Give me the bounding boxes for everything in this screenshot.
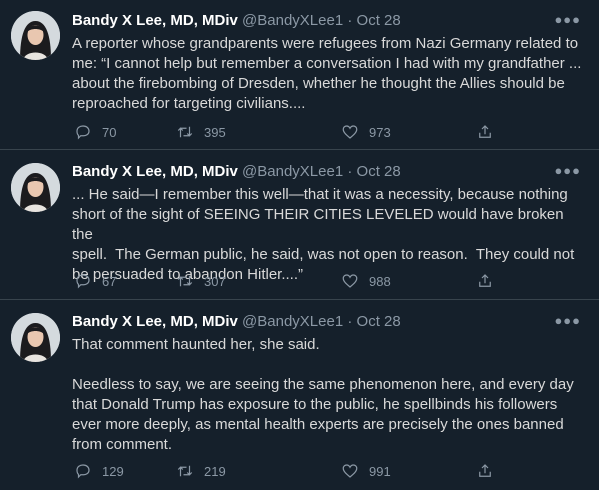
share-button[interactable] <box>476 122 494 142</box>
reply-count: 129 <box>102 463 124 479</box>
more-icon[interactable]: ●●● <box>554 10 581 30</box>
reply-count: 70 <box>102 124 117 140</box>
tweet[interactable]: Bandy X Lee, MD, MDiv @BandyXLee1 · Oct … <box>0 0 599 150</box>
author-name[interactable]: Bandy X Lee, MD, MDiv <box>72 313 238 330</box>
like-count: 988 <box>369 273 391 289</box>
share-button[interactable] <box>476 271 494 291</box>
tweet-actions: 129 219 991 <box>72 461 587 481</box>
tweet-date[interactable]: Oct 28 <box>357 163 401 180</box>
heart-icon <box>342 125 358 139</box>
reply-button[interactable]: 70 <box>74 122 116 142</box>
retweet-count: 219 <box>204 463 226 479</box>
like-count: 991 <box>369 463 391 479</box>
tweet-header: Bandy X Lee, MD, MDiv @BandyXLee1 · Oct … <box>72 11 587 31</box>
author-handle[interactable]: @BandyXLee1 <box>242 163 343 180</box>
like-count: 973 <box>369 124 391 140</box>
tweet-date[interactable]: Oct 28 <box>357 12 401 29</box>
tweet-text: ... He said—I remember this well—that it… <box>72 186 575 283</box>
separator-dot: · <box>347 163 353 180</box>
author-name[interactable]: Bandy X Lee, MD, MDiv <box>72 12 238 29</box>
share-icon <box>479 464 491 477</box>
like-button[interactable]: 988 <box>341 271 391 291</box>
avatar[interactable] <box>11 313 60 362</box>
share-icon <box>479 125 491 138</box>
tweet-actions: 67 307 988 <box>72 271 587 291</box>
retweet-icon <box>177 126 193 138</box>
separator-dot: · <box>347 12 353 29</box>
like-button[interactable]: 973 <box>341 122 391 142</box>
reply-button[interactable]: 67 <box>74 271 116 291</box>
reply-count: 67 <box>102 273 117 289</box>
author-handle[interactable]: @BandyXLee1 <box>242 12 343 29</box>
tweet-text: That comment haunted her, she said. Need… <box>72 336 574 453</box>
heart-icon <box>342 464 358 478</box>
avatar[interactable] <box>11 163 60 212</box>
reply-button[interactable]: 129 <box>74 461 124 481</box>
reply-icon <box>76 125 90 140</box>
tweet[interactable]: Bandy X Lee, MD, MDiv @BandyXLee1 · Oct … <box>0 300 599 490</box>
author-handle[interactable]: @BandyXLee1 <box>242 313 343 330</box>
like-button[interactable]: 991 <box>341 461 391 481</box>
retweet-icon <box>177 275 193 287</box>
retweet-button[interactable]: 395 <box>176 122 226 142</box>
share-icon <box>479 274 491 287</box>
tweet-text: A reporter whose grandparents were refug… <box>72 35 582 112</box>
separator-dot: · <box>347 313 353 330</box>
reply-icon <box>76 274 90 289</box>
retweet-button[interactable]: 307 <box>176 271 226 291</box>
retweet-button[interactable]: 219 <box>176 461 226 481</box>
tweet-actions: 70 395 973 <box>72 122 587 142</box>
more-icon[interactable]: ●●● <box>554 311 581 331</box>
avatar[interactable] <box>11 11 60 60</box>
more-icon[interactable]: ●●● <box>554 161 581 181</box>
retweet-count: 307 <box>204 273 226 289</box>
retweet-count: 395 <box>204 124 226 140</box>
tweet[interactable]: Bandy X Lee, MD, MDiv @BandyXLee1 · Oct … <box>0 150 599 300</box>
heart-icon <box>342 274 358 288</box>
tweet-header: Bandy X Lee, MD, MDiv @BandyXLee1 · Oct … <box>72 162 587 182</box>
author-name[interactable]: Bandy X Lee, MD, MDiv <box>72 163 238 180</box>
tweet-header: Bandy X Lee, MD, MDiv @BandyXLee1 · Oct … <box>72 312 587 332</box>
tweet-date[interactable]: Oct 28 <box>357 313 401 330</box>
share-button[interactable] <box>476 461 494 481</box>
reply-icon <box>76 464 90 479</box>
retweet-icon <box>177 465 193 477</box>
